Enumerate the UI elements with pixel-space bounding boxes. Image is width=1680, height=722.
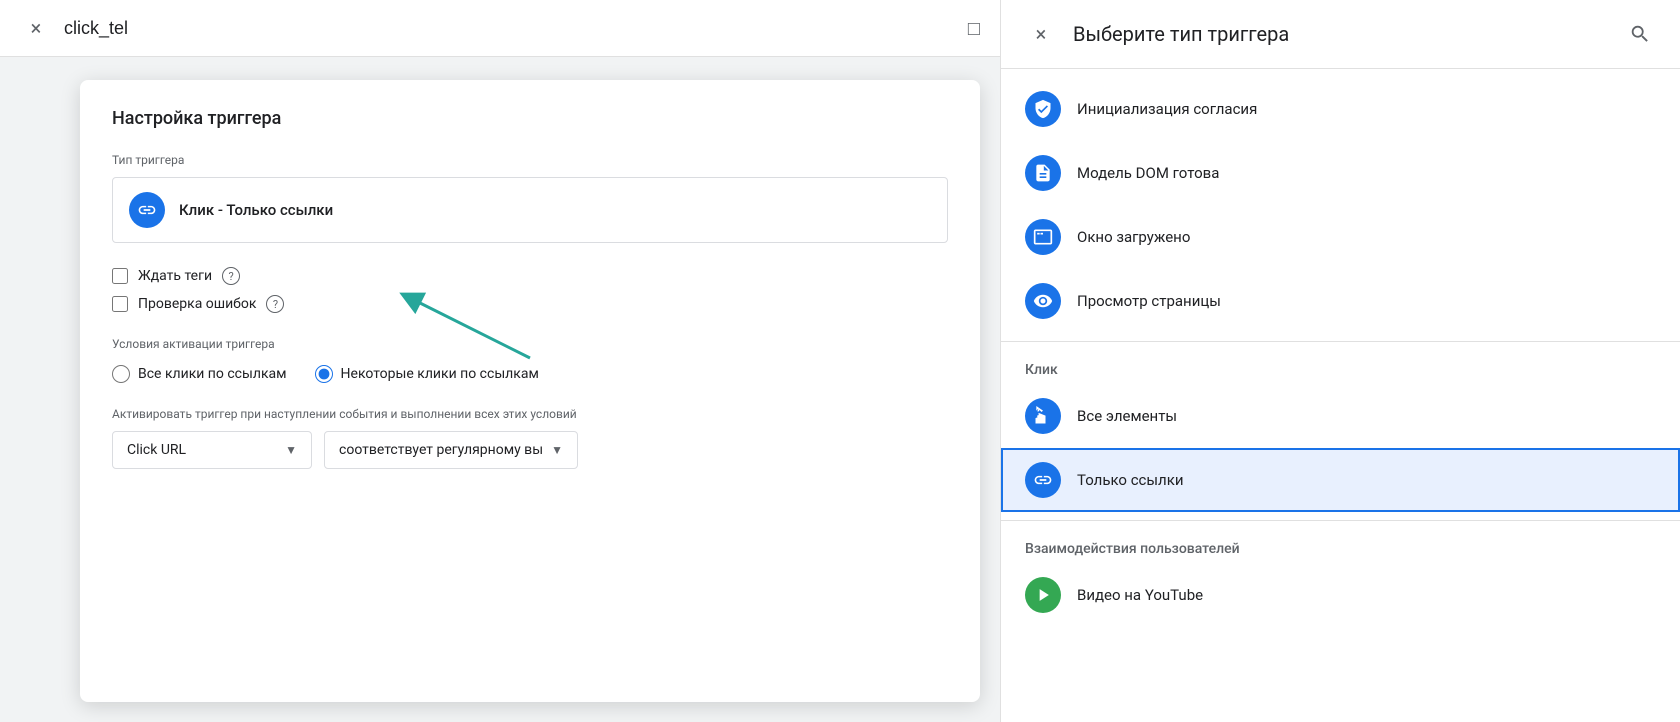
document-icon — [1033, 163, 1053, 183]
search-button[interactable] — [1624, 18, 1656, 50]
window-loaded-label: Окно загружено — [1077, 228, 1190, 246]
right-panel-title: Выберите тип триггера — [1073, 22, 1608, 46]
section-divider-click — [1001, 341, 1680, 342]
consent-icon-circle — [1025, 91, 1061, 127]
check-errors-row: Проверка ошибок ? — [112, 295, 948, 313]
only-links-icon-circle — [1025, 462, 1061, 498]
wait-tags-checkbox[interactable] — [112, 268, 128, 284]
right-header: × Выберите тип триггера — [1001, 0, 1680, 69]
play-icon — [1033, 585, 1053, 605]
tag-name-input[interactable] — [64, 18, 956, 39]
left-panel: × □ Настройка триггера Тип триггера Клик… — [0, 0, 1000, 722]
dom-ready-icon-circle — [1025, 155, 1061, 191]
youtube-label: Видео на YouTube — [1077, 586, 1203, 604]
section-divider-user — [1001, 520, 1680, 521]
trigger-type-label: Тип триггера — [112, 153, 948, 167]
shield-icon — [1033, 99, 1053, 119]
trigger-type-icon — [129, 192, 165, 228]
condition-label: Активировать триггер при наступлении соб… — [112, 407, 948, 421]
list-item-page-view[interactable]: Просмотр страницы — [1001, 269, 1680, 333]
condition-row: Click URL ▼ соответствует регулярному вы… — [112, 431, 948, 469]
condition-operator-select[interactable]: соответствует регулярному вы ▼ — [324, 431, 578, 469]
list-item-dom-ready[interactable]: Модель DOM готова — [1001, 141, 1680, 205]
page-view-icon-circle — [1025, 283, 1061, 319]
list-item-youtube[interactable]: Видео на YouTube — [1001, 563, 1680, 627]
youtube-icon-circle — [1025, 577, 1061, 613]
chevron-down-icon-2: ▼ — [551, 443, 563, 457]
window-icon-circle — [1025, 219, 1061, 255]
section-header-user: Взаимодействия пользователей — [1001, 529, 1680, 563]
cursor-icon — [1033, 406, 1053, 426]
check-errors-help-icon[interactable]: ? — [266, 295, 284, 313]
condition-field-value: Click URL — [127, 442, 186, 458]
link-icon — [137, 200, 157, 220]
trigger-type-selector[interactable]: Клик - Только ссылки — [112, 177, 948, 243]
right-panel: × Выберите тип триггера Инициализация со… — [1000, 0, 1680, 722]
trigger-settings-modal: Настройка триггера Тип триггера Клик - Т… — [80, 80, 980, 702]
condition-operator-value: соответствует регулярному вы — [339, 442, 543, 458]
radio-some-input[interactable] — [315, 365, 333, 383]
radio-row: Все клики по ссылкам Некоторые клики по … — [112, 365, 948, 383]
right-close-button[interactable]: × — [1025, 18, 1057, 50]
list-item-consent[interactable]: Инициализация согласия — [1001, 77, 1680, 141]
top-bar: × □ — [0, 0, 1000, 57]
list-item-all-elements[interactable]: Все элементы — [1001, 384, 1680, 448]
condition-field-select[interactable]: Click URL ▼ — [112, 431, 312, 469]
dom-ready-label: Модель DOM готова — [1077, 164, 1219, 182]
trigger-type-list: Инициализация согласия Модель DOM готова… — [1001, 69, 1680, 722]
page-view-label: Просмотр страницы — [1077, 292, 1221, 310]
checkboxes-section: Ждать теги ? Проверка ошибок ? — [112, 267, 948, 313]
eye-icon — [1033, 291, 1053, 311]
radio-some-links[interactable]: Некоторые клики по ссылкам — [315, 365, 539, 383]
radio-all-label: Все клики по ссылкам — [138, 366, 287, 382]
close-button[interactable]: × — [20, 12, 52, 44]
radio-all-links[interactable]: Все клики по ссылкам — [112, 365, 287, 383]
wait-tags-help-icon[interactable]: ? — [222, 267, 240, 285]
folder-icon[interactable]: □ — [968, 16, 980, 41]
activation-label: Условия активации триггера — [112, 337, 948, 351]
link-icon-list — [1033, 470, 1053, 490]
wait-tags-row: Ждать теги ? — [112, 267, 948, 285]
section-header-click: Клик — [1001, 350, 1680, 384]
list-item-only-links[interactable]: Только ссылки — [1001, 448, 1680, 512]
only-links-label: Только ссылки — [1077, 471, 1184, 489]
chevron-down-icon: ▼ — [285, 443, 297, 457]
window-icon — [1033, 227, 1053, 247]
search-icon — [1629, 23, 1651, 45]
consent-label: Инициализация согласия — [1077, 100, 1257, 118]
check-errors-label: Проверка ошибок — [138, 296, 256, 312]
radio-all-input[interactable] — [112, 365, 130, 383]
radio-some-label: Некоторые клики по ссылкам — [341, 366, 539, 382]
all-elements-icon-circle — [1025, 398, 1061, 434]
wait-tags-label: Ждать теги — [138, 268, 212, 284]
check-errors-checkbox[interactable] — [112, 296, 128, 312]
all-elements-label: Все элементы — [1077, 407, 1177, 425]
trigger-type-name: Клик - Только ссылки — [179, 201, 333, 219]
modal-title: Настройка триггера — [112, 108, 948, 129]
list-item-window-loaded[interactable]: Окно загружено — [1001, 205, 1680, 269]
